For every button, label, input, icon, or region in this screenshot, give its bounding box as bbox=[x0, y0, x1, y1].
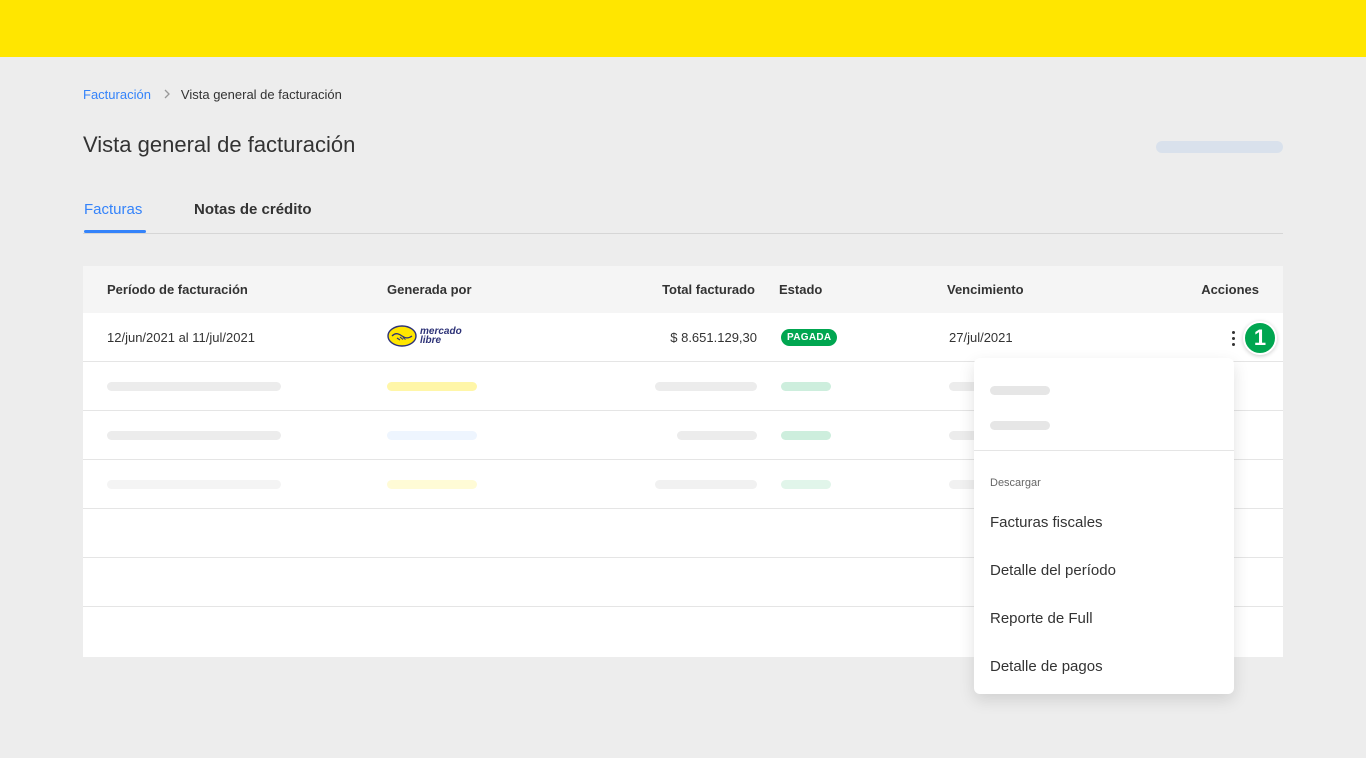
column-header-due-date: Vencimiento bbox=[947, 282, 1024, 297]
skeleton-period bbox=[107, 382, 281, 391]
menu-divider bbox=[974, 450, 1234, 451]
skeleton-status bbox=[781, 480, 831, 489]
loading-placeholder bbox=[1156, 141, 1283, 153]
mercado-libre-logo: mercado libre bbox=[387, 325, 462, 347]
top-header-bar bbox=[0, 0, 1366, 57]
status-badge: PAGADA bbox=[781, 329, 838, 346]
skeleton-total bbox=[677, 431, 757, 440]
column-header-status: Estado bbox=[779, 282, 823, 297]
more-vertical-icon[interactable] bbox=[1223, 328, 1243, 348]
step-marker-badge: 1 bbox=[1243, 321, 1277, 355]
active-tab-indicator bbox=[84, 230, 146, 233]
skeleton-total bbox=[655, 382, 757, 391]
actions-dropdown-menu: Descargar Facturas fiscales Detalle del … bbox=[974, 358, 1234, 694]
breadcrumb-link-facturacion[interactable]: Facturación bbox=[83, 87, 151, 102]
menu-item-detalle-pagos[interactable]: Detalle de pagos bbox=[990, 658, 1103, 675]
tab-notas-de-credito[interactable]: Notas de crédito bbox=[194, 201, 312, 218]
breadcrumb-current: Vista general de facturación bbox=[180, 86, 342, 102]
table-row: 12/jun/2021 al 11/jul/2021 mercado libre… bbox=[83, 313, 1283, 362]
total-cell: $ 8.651.129,30 bbox=[670, 330, 757, 345]
menu-item-facturas-fiscales[interactable]: Facturas fiscales bbox=[990, 514, 1103, 531]
skeleton-logo bbox=[387, 480, 477, 489]
column-header-actions: Acciones bbox=[1201, 282, 1259, 297]
skeleton-period bbox=[107, 480, 281, 489]
skeleton-logo bbox=[387, 431, 477, 440]
due-date-cell: 27/jul/2021 bbox=[949, 330, 1013, 345]
page-title: Vista general de facturación bbox=[83, 132, 356, 157]
skeleton-status bbox=[781, 382, 831, 391]
column-header-total: Total facturado bbox=[662, 282, 755, 297]
skeleton-total bbox=[655, 480, 757, 489]
menu-item-detalle-periodo[interactable]: Detalle del período bbox=[990, 562, 1116, 579]
menu-skeleton-item bbox=[990, 421, 1050, 430]
chevron-right-icon bbox=[163, 89, 171, 99]
breadcrumb: Facturación Vista general de facturación bbox=[83, 86, 342, 102]
skeleton-period bbox=[107, 431, 281, 440]
menu-skeleton-item bbox=[990, 386, 1050, 395]
menu-section-label: Descargar bbox=[990, 477, 1041, 489]
logo-text-line2: libre bbox=[420, 335, 442, 346]
skeleton-status bbox=[781, 431, 831, 440]
menu-item-reporte-full[interactable]: Reporte de Full bbox=[990, 610, 1093, 627]
skeleton-logo bbox=[387, 382, 477, 391]
table-header: Período de facturación Generada por Tota… bbox=[83, 266, 1283, 313]
tab-facturas[interactable]: Facturas bbox=[84, 201, 142, 218]
period-cell: 12/jun/2021 al 11/jul/2021 bbox=[107, 330, 255, 345]
column-header-generated-by: Generada por bbox=[387, 282, 472, 297]
column-header-period: Período de facturación bbox=[107, 282, 248, 297]
tabs-bar: Facturas Notas de crédito bbox=[83, 196, 1283, 234]
